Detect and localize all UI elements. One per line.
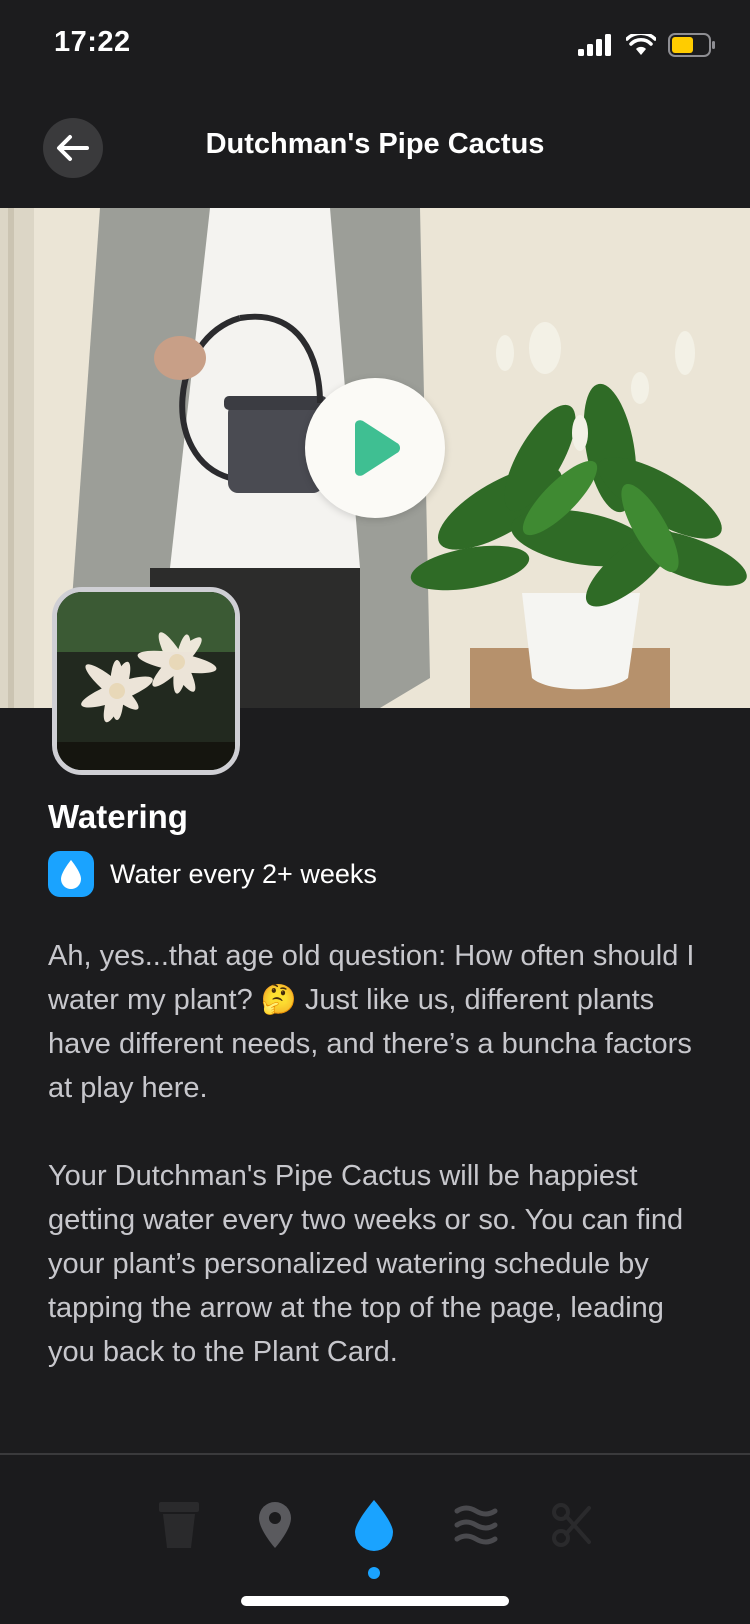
water-drop-badge [48,851,94,897]
home-indicator[interactable] [241,1596,509,1606]
watering-frequency: Water every 2+ weeks [48,850,377,898]
watering-frequency-text: Water every 2+ weeks [110,858,377,889]
section-title: Watering [48,798,188,835]
humidity-waves-icon [454,1505,498,1545]
nav-pruning[interactable] [541,1495,601,1555]
scissors-icon [552,1503,591,1547]
wifi-icon [626,34,656,55]
play-icon [355,420,400,476]
water-drop-icon [355,1500,393,1551]
nav-location[interactable] [245,1495,305,1555]
active-tab-indicator [368,1567,380,1579]
nav-humidity[interactable] [446,1495,506,1555]
plant-photo [57,592,235,770]
watering-description: Ah, yes...that age old question: How oft… [48,934,718,1374]
status-time: 17:22 [54,26,131,58]
plant-thumbnail [52,587,240,775]
pot-icon [159,1502,199,1548]
paragraph: Ah, yes...that age old question: How oft… [48,940,695,1104]
page-title: Dutchman's Pipe Cactus [205,128,545,160]
play-button[interactable] [305,378,445,518]
battery-icon [668,33,715,57]
paragraph: Your Dutchman's Pipe Cactus will be happ… [48,1160,684,1368]
status-bar: 17:22 [0,0,750,90]
status-icons [578,32,716,58]
nav-watering[interactable] [344,1495,404,1555]
cellular-signal-icon [578,34,611,56]
header: Dutchman's Pipe Cactus [0,110,750,190]
nav-pot[interactable] [149,1495,209,1555]
location-pin-icon [259,1502,291,1548]
water-drop-icon [61,860,81,889]
